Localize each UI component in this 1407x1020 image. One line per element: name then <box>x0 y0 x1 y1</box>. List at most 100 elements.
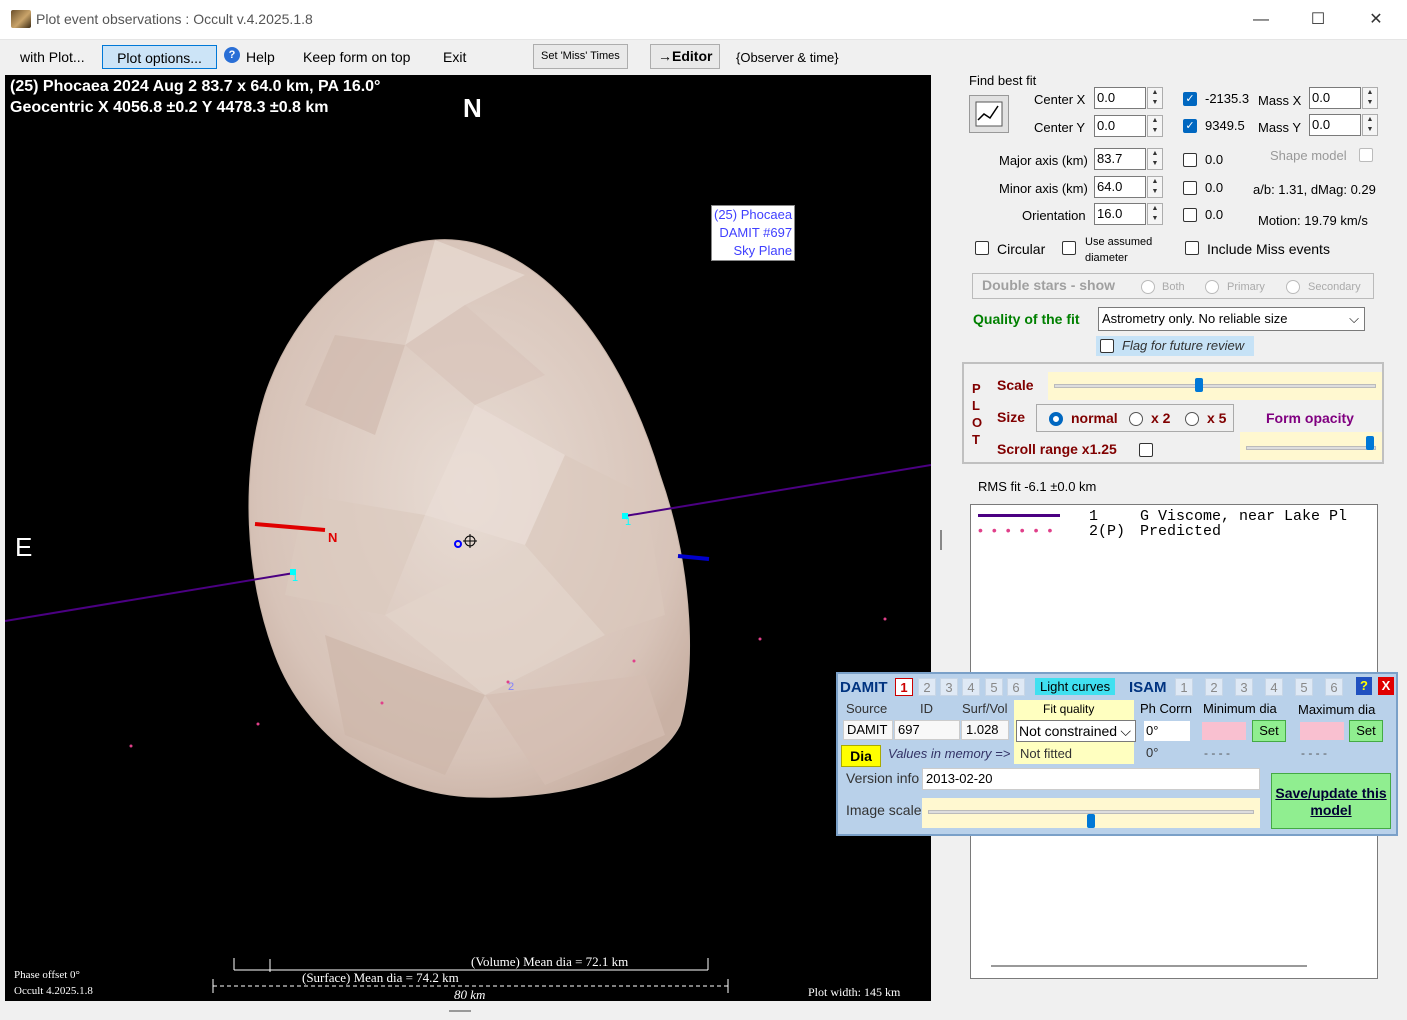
menu-keep-on-top[interactable]: Keep form on top <box>296 45 417 69</box>
damit-tab-1[interactable]: 1 <box>895 678 913 696</box>
close-button[interactable]: ✕ <box>1348 4 1404 36</box>
title-bar: Plot event observations : Occult v.4.202… <box>0 0 1407 40</box>
scale-slider[interactable] <box>1048 372 1382 400</box>
orientation-spinner[interactable]: ▲ ▼ <box>1147 203 1163 225</box>
observer-line-1 <box>978 514 1060 517</box>
editor-button[interactable]: →Editor <box>650 44 720 69</box>
use-assumed-checkbox[interactable] <box>1062 241 1076 255</box>
isam-tab-6[interactable]: 6 <box>1325 678 1343 696</box>
max-dia-field[interactable] <box>1300 722 1344 740</box>
chord-label-left: 1 <box>292 572 299 584</box>
damit-panel: DAMIT 1 2 3 4 5 6 Light curves ISAM 1 2 … <box>836 672 1398 836</box>
flag-review-group[interactable]: Flag for future review <box>1096 336 1254 356</box>
double-stars-group: Double stars - show Both Primary Seconda… <box>972 273 1374 299</box>
quality-select[interactable]: Astrometry only. No reliable size ⌵ <box>1098 307 1365 331</box>
min-dia-set-button[interactable]: Set <box>1252 720 1286 742</box>
image-scale-slider[interactable] <box>922 798 1260 828</box>
find-best-fit-button[interactable] <box>969 95 1009 133</box>
center-x-label: Center X <box>1034 92 1086 107</box>
isam-title: ISAM <box>1129 679 1167 696</box>
max-dia-set-button[interactable]: Set <box>1349 720 1383 742</box>
isam-tab-2[interactable]: 2 <box>1205 678 1223 696</box>
orientation-input[interactable]: 16.0 <box>1094 203 1146 225</box>
damit-close-icon[interactable]: X <box>1378 677 1394 695</box>
mass-x-spinner[interactable]: ▲ ▼ <box>1362 87 1378 109</box>
menu-with-plot[interactable]: with Plot... <box>13 45 92 69</box>
dia-button[interactable]: Dia <box>841 745 881 767</box>
major-axis-input[interactable]: 83.7 <box>1094 148 1146 170</box>
include-miss-checkbox[interactable] <box>1185 241 1199 255</box>
double-stars-label: Double stars - show <box>982 277 1116 293</box>
double-primary-radio[interactable] <box>1205 280 1219 294</box>
isam-tab-4[interactable]: 4 <box>1265 678 1283 696</box>
isam-tab-3[interactable]: 3 <box>1235 678 1253 696</box>
menu-exit[interactable]: Exit <box>436 45 473 69</box>
orientation-checkbox[interactable] <box>1183 208 1197 222</box>
minimize-button[interactable]: — <box>1233 4 1289 36</box>
form-opacity-slider[interactable] <box>1240 432 1382 460</box>
shape-model-checkbox[interactable] <box>1359 148 1373 162</box>
surfvol-field: 1.028 <box>961 720 1009 740</box>
not-fitted-label: Not fitted <box>1020 746 1073 761</box>
min-dia-memory: - - - - <box>1204 746 1230 760</box>
damit-tab-4[interactable]: 4 <box>962 678 980 696</box>
save-update-model-button[interactable]: Save/update this model <box>1271 773 1391 829</box>
double-secondary-radio[interactable] <box>1286 280 1300 294</box>
mass-x-label: Mass X <box>1258 93 1302 108</box>
center-x-spinner[interactable]: ▲ ▼ <box>1147 87 1163 109</box>
major-axis-checkbox[interactable] <box>1183 153 1197 167</box>
scale-slider-thumb[interactable] <box>1194 378 1203 392</box>
scale-bar-label: 80 km <box>454 987 486 1001</box>
minor-axis-input[interactable]: 64.0 <box>1094 176 1146 198</box>
volume-dia-label: (Volume) Mean dia = 72.1 km <box>471 954 629 969</box>
double-both-radio[interactable] <box>1141 280 1155 294</box>
app-icon <box>11 10 31 28</box>
image-scale-slider-thumb[interactable] <box>1087 814 1095 828</box>
light-curves-button[interactable]: Light curves <box>1035 678 1116 695</box>
maximize-button[interactable]: ☐ <box>1290 4 1346 36</box>
plot-canvas[interactable]: (25) Phocaea 2024 Aug 2 83.7 x 64.0 km, … <box>5 75 931 1001</box>
minor-axis-checkbox[interactable] <box>1183 181 1197 195</box>
splitter-handle[interactable] <box>940 530 942 550</box>
major-axis-spinner[interactable]: ▲ ▼ <box>1147 148 1163 170</box>
list-horizontal-scrollbar[interactable] <box>991 965 1307 967</box>
center-x-input[interactable]: 0.0 <box>1094 87 1146 109</box>
observer-line-2: •••••• <box>978 522 1062 538</box>
flag-review-checkbox[interactable] <box>1100 339 1114 353</box>
center-y-spinner[interactable]: ▲ ▼ <box>1147 115 1163 137</box>
circular-checkbox[interactable] <box>975 241 989 255</box>
size-x2-radio[interactable] <box>1129 412 1143 426</box>
fit-quality-select[interactable]: Not constrained ⌵ <box>1016 720 1136 742</box>
isam-tab-1[interactable]: 1 <box>1175 678 1193 696</box>
phase-offset-label: Phase offset 0° <box>14 969 80 981</box>
minor-axis-spinner[interactable]: ▲ ▼ <box>1147 176 1163 198</box>
scroll-range-checkbox[interactable] <box>1139 443 1153 457</box>
isam-tab-5[interactable]: 5 <box>1295 678 1313 696</box>
center-y-input[interactable]: 0.0 <box>1094 115 1146 137</box>
fit-quality-label: Fit quality <box>1043 702 1095 716</box>
min-dia-field[interactable] <box>1202 722 1246 740</box>
size-normal-radio[interactable] <box>1049 412 1063 426</box>
set-miss-times-button[interactable]: Set 'Miss' Times <box>533 44 628 69</box>
observer-time-menu[interactable]: {Observer & time} <box>729 46 846 70</box>
mass-y-spinner[interactable]: ▲ ▼ <box>1362 114 1378 136</box>
center-x-checkbox[interactable]: ✓ <box>1183 92 1197 106</box>
ph-corrn-field[interactable]: 0° <box>1144 721 1190 741</box>
damit-tab-6[interactable]: 6 <box>1007 678 1025 696</box>
menu-plot-options[interactable]: Plot options... <box>102 45 217 69</box>
damit-tab-5[interactable]: 5 <box>985 678 1003 696</box>
plot-version-label: Occult 4.2025.1.8 <box>14 985 93 997</box>
double-primary-label: Primary <box>1227 281 1265 293</box>
size-x5-radio[interactable] <box>1185 412 1199 426</box>
version-info-label: Version info <box>846 770 920 786</box>
version-info-field[interactable]: 2013-02-20 <box>922 768 1260 790</box>
center-y-checkbox[interactable]: ✓ <box>1183 119 1197 133</box>
damit-tab-3[interactable]: 3 <box>940 678 958 696</box>
resize-grip[interactable] <box>449 1010 471 1012</box>
mass-y-input[interactable]: 0.0 <box>1309 114 1361 136</box>
damit-tab-2[interactable]: 2 <box>918 678 936 696</box>
damit-help-icon[interactable]: ? <box>1356 677 1372 695</box>
form-opacity-slider-thumb[interactable] <box>1365 436 1374 450</box>
mass-x-input[interactable]: 0.0 <box>1309 87 1361 109</box>
menu-help[interactable]: Help <box>239 45 282 69</box>
